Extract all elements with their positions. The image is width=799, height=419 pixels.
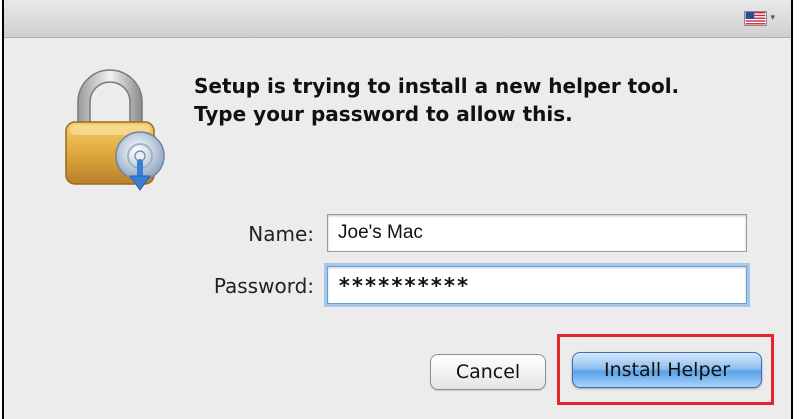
message-line-1: Setup is trying to install a new helper … (194, 74, 680, 98)
install-helper-button[interactable]: Install Helper (572, 352, 762, 388)
name-label: Name: (248, 222, 314, 246)
dialog-message: Setup is trying to install a new helper … (194, 72, 754, 128)
password-masked-value: ********** (338, 274, 470, 298)
padlock-with-disc-icon (65, 69, 165, 191)
authentication-dialog: ▾ Setup is trying to install a new helpe… (2, 0, 793, 419)
chevron-down-icon: ▾ (770, 13, 775, 23)
cancel-button[interactable]: Cancel (430, 354, 546, 390)
password-field[interactable]: ********** (327, 266, 747, 304)
name-field[interactable]: Joe's Mac (327, 214, 747, 252)
input-source-menu[interactable]: ▾ (744, 10, 775, 26)
us-flag-icon (744, 10, 768, 26)
password-label: Password: (213, 274, 314, 298)
dialog-titlebar: ▾ (4, 0, 791, 38)
message-line-2: Type your password to allow this. (194, 102, 573, 126)
